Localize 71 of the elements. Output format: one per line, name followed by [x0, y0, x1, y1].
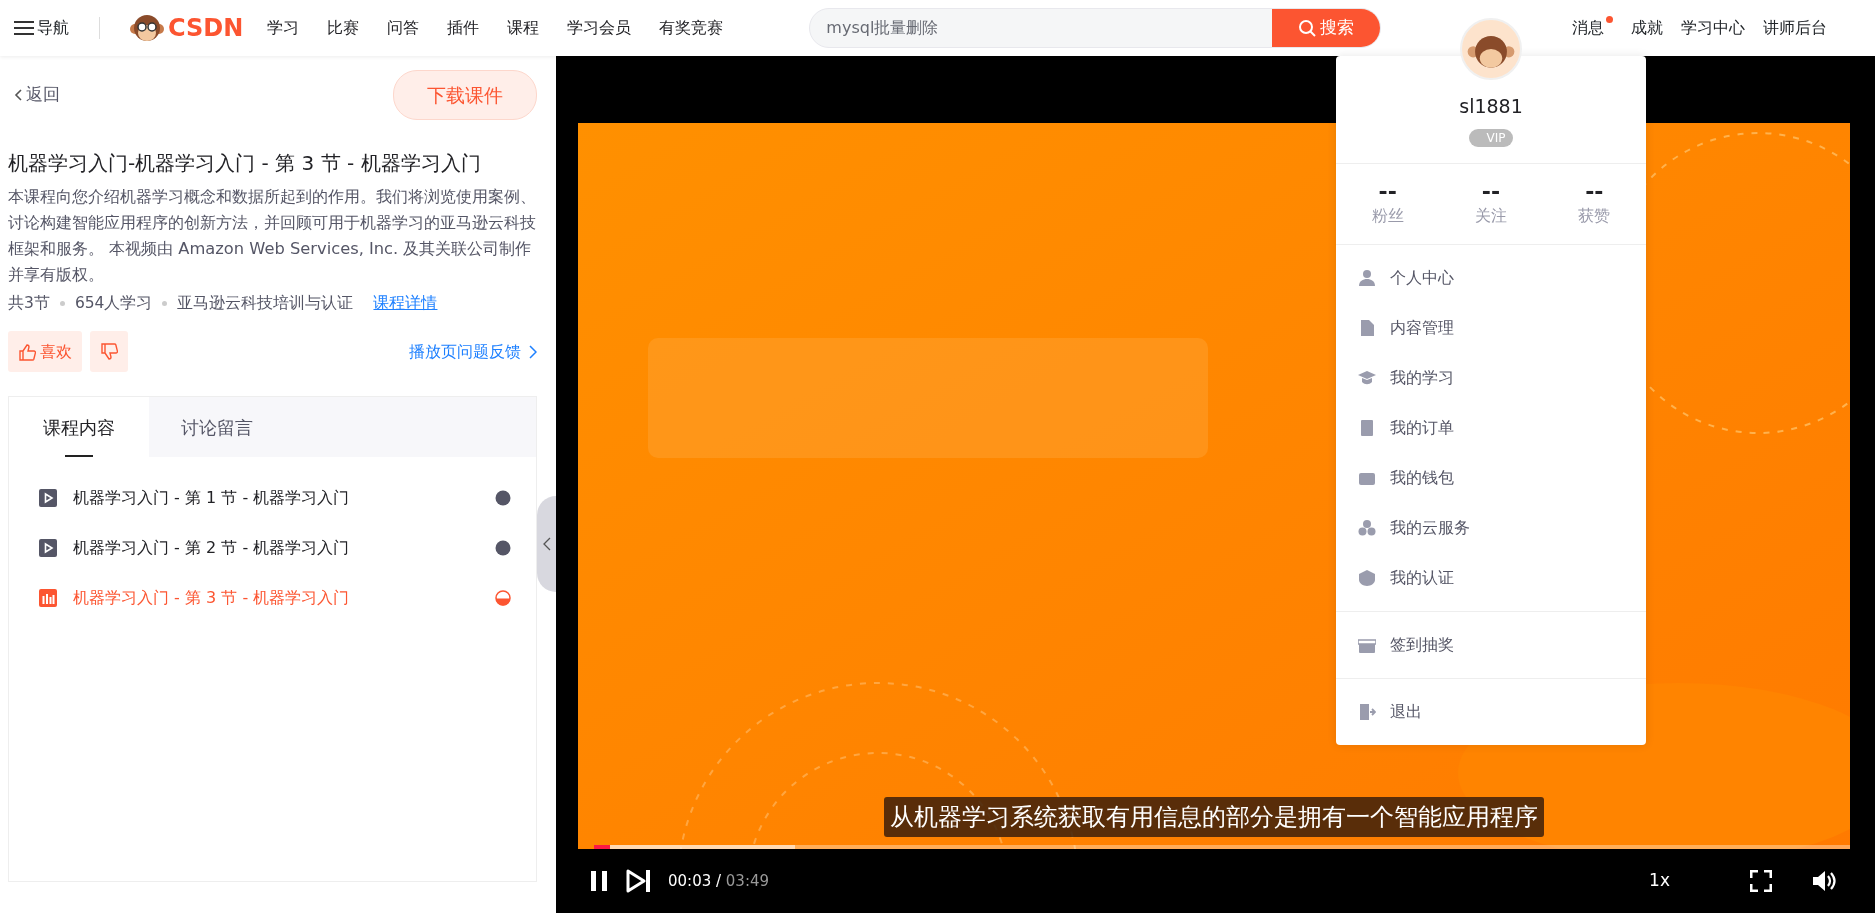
stat-label: 粉丝 [1370, 204, 1405, 227]
document-icon [1358, 318, 1376, 337]
vip-badge: VIP [1468, 128, 1514, 147]
separator-dot [59, 301, 65, 307]
nav-link[interactable]: 成就 [1631, 16, 1663, 40]
course-meta: 亚马逊云科技培训与认证 [177, 293, 354, 314]
username: sl1881 [1458, 94, 1524, 119]
menu-item[interactable]: 我的云服务 [1336, 502, 1646, 553]
stat-label: 关注 [1474, 204, 1508, 227]
menu-item[interactable]: 签到抽奖 [1336, 619, 1646, 670]
dislike-button[interactable] [90, 331, 128, 373]
graduation-cap-icon [1358, 368, 1376, 387]
nav-link[interactable]: 学习中心 [1681, 16, 1745, 40]
lesson-item[interactable]: 机器学习入门 - 第 2 节 - 机器学习入门 [9, 523, 536, 574]
nav-link[interactable]: 学习会员 [567, 16, 632, 40]
chevron-left-icon [14, 89, 22, 101]
nav-link[interactable]: 消息 [1572, 16, 1613, 40]
nav-link[interactable]: 讲师后台 [1763, 16, 1827, 40]
stat-value: -- [1584, 179, 1605, 204]
menu-item[interactable]: 我的学习 [1336, 352, 1646, 403]
nav-link[interactable]: 问答 [387, 16, 420, 40]
menu-item[interactable]: 我的钱包 [1336, 452, 1646, 503]
tab[interactable]: 课程内容 [9, 397, 149, 458]
nav-link[interactable]: 课程 [507, 16, 540, 40]
volume-icon[interactable] [1812, 870, 1836, 892]
bar-chart-icon [39, 589, 57, 608]
play-icon [39, 539, 57, 558]
chevron-right-icon [529, 344, 537, 359]
menu-button[interactable]: 导航 [14, 16, 69, 40]
speed-button[interactable]: 1x [1649, 868, 1670, 894]
chevron-left-icon [542, 537, 551, 551]
pause-icon[interactable] [590, 870, 608, 892]
tab[interactable]: 讨论留言 [149, 397, 285, 458]
thumbs-up-icon [18, 342, 36, 361]
thumbs-down-icon [100, 343, 118, 362]
lesson-item[interactable]: 机器学习入门 - 第 1 节 - 机器学习入门 [9, 473, 536, 524]
nav-link[interactable]: 有奖竞赛 [659, 16, 724, 40]
fullscreen-icon[interactable] [1750, 870, 1772, 892]
stat-label: 获赞 [1577, 204, 1612, 227]
search-icon [1298, 19, 1317, 37]
menu-item[interactable]: 我的订单 [1336, 402, 1646, 453]
subtitle: 从机器学习系统获取有用信息的部分是拥有一个智能应用程序 [884, 797, 1544, 837]
details-link[interactable]: 课程详情 [373, 292, 438, 316]
monkey-icon [130, 12, 164, 44]
nav-link[interactable]: 比赛 [327, 16, 360, 40]
stat-value: -- [1480, 179, 1502, 204]
logo-text: CSDN [168, 13, 244, 44]
menu-item[interactable]: 我的认证 [1336, 552, 1646, 603]
cubes-icon [1358, 518, 1376, 537]
nav-link[interactable]: 学习 [267, 16, 300, 40]
time-display: 00:03 / 03:49 [668, 870, 770, 892]
progress-track[interactable] [594, 845, 1850, 849]
shield-icon [1358, 568, 1376, 587]
nav-link[interactable]: 插件 [447, 16, 480, 40]
menu-item[interactable]: 内容管理 [1336, 302, 1646, 353]
course-meta: 654人学习 [74, 293, 153, 314]
person-icon [1358, 268, 1376, 287]
collapse-handle[interactable] [537, 496, 556, 592]
next-icon[interactable] [626, 869, 652, 893]
separator-dot [162, 301, 168, 307]
course-title: 机器学习入门-机器学习入门 - 第 3 节 - 机器学习入门 [8, 150, 482, 177]
exit-icon [1358, 702, 1376, 721]
menu-item[interactable]: 退出 [1336, 686, 1646, 737]
stat-value: -- [1377, 179, 1398, 204]
course-description: 本课程向您介绍机器学习概念和数据所起到的作用。我们将浏览使用案例、讨论构建智能应用程序的创新方法，并回顾可用于机器学习的亚马逊云科技框架和服务。 本视频由 Amazon Web Services, Inc. 及其关联公司制作并享有版权。 [8, 186, 537, 286]
play-icon [39, 489, 57, 508]
back-link[interactable]: 返回 [14, 82, 60, 108]
menu-item[interactable]: 个人中心 [1336, 252, 1646, 303]
feedback-link[interactable]: 播放页问题反馈 [409, 339, 537, 364]
menu-icon [14, 20, 34, 36]
course-meta: 共3节 [8, 293, 50, 314]
